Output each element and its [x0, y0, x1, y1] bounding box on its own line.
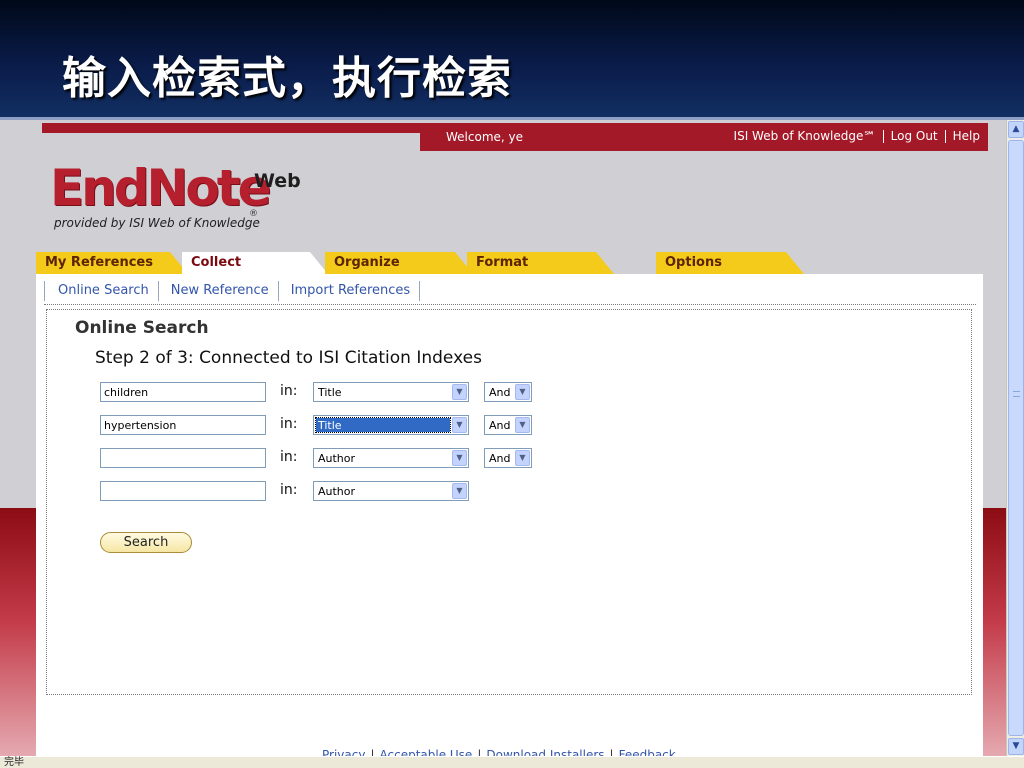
search-field-select[interactable]: Title ▼ — [313, 382, 469, 402]
slide-title: 输入检索式，执行检索 — [62, 53, 512, 104]
tab-my-references[interactable]: My References — [36, 252, 188, 274]
search-row: in: Author ▼ — [100, 480, 540, 502]
chevron-down-icon[interactable]: ▼ — [452, 450, 467, 466]
subnav-divider — [44, 304, 976, 305]
step-indicator: Step 2 of 3: Connected to ISI Citation I… — [95, 348, 482, 368]
chevron-down-icon[interactable]: ▼ — [452, 384, 467, 400]
help-link[interactable]: Help — [953, 129, 980, 143]
link-separator — [882, 129, 884, 143]
in-label: in: — [280, 449, 298, 465]
vertical-scrollbar[interactable]: ▲ ▼ — [1006, 120, 1024, 756]
search-term-input[interactable] — [100, 481, 266, 501]
subnav-import-references[interactable]: Import References — [277, 281, 421, 301]
boolean-operator-select[interactable]: And ▼ — [484, 415, 532, 435]
collect-subnav: Online Search New Reference Import Refer… — [44, 281, 421, 303]
search-button[interactable]: Search — [100, 532, 192, 553]
subnav-new-reference[interactable]: New Reference — [157, 281, 278, 301]
chevron-down-icon[interactable]: ▼ — [515, 450, 530, 466]
chevron-down-icon[interactable]: ▼ — [515, 384, 530, 400]
section-title: Online Search — [75, 318, 209, 338]
chevron-down-icon[interactable]: ▼ — [515, 417, 530, 433]
search-field-select[interactable]: Author ▼ — [313, 448, 469, 468]
welcome-text: Welcome, ye — [446, 130, 524, 144]
search-row: children in: Title ▼ And ▼ — [100, 381, 540, 403]
selected-operator: And — [489, 452, 511, 465]
search-field-select[interactable]: Title ▼ — [313, 415, 469, 435]
search-term-input[interactable]: hypertension — [100, 415, 266, 435]
down-arrow-icon[interactable]: ▼ — [1008, 738, 1024, 755]
grip-icon — [1013, 391, 1020, 397]
search-row: hypertension in: Title ▼ And ▼ — [100, 414, 540, 436]
endnote-web-logo[interactable]: EndNote Web ® provided by ISI Web of Kno… — [50, 160, 310, 236]
browser-window: Welcome, ye ISI Web of Knowledge℠ Log Ou… — [0, 120, 1024, 768]
in-label: in: — [280, 383, 298, 399]
scrollbar-thumb[interactable] — [1008, 140, 1024, 736]
search-term-input[interactable]: children — [100, 382, 266, 402]
logo-wordmark: EndNote — [50, 159, 272, 217]
boolean-operator-select[interactable]: And ▼ — [484, 382, 532, 402]
link-separator — [944, 129, 946, 143]
top-links: ISI Web of Knowledge℠ Log Out Help — [734, 129, 980, 143]
slide-header: 输入检索式，执行检索 — [0, 0, 1024, 120]
log-out-link[interactable]: Log Out — [891, 129, 938, 143]
isi-web-of-knowledge-link[interactable]: ISI Web of Knowledge℠ — [734, 129, 876, 143]
selected-operator: And — [489, 386, 511, 399]
selected-field: Title — [315, 417, 451, 433]
tab-collect[interactable]: Collect — [182, 252, 328, 274]
top-bar: Welcome, ye ISI Web of Knowledge℠ Log Ou… — [420, 123, 988, 151]
logo-tagline: provided by ISI Web of Knowledge — [54, 216, 260, 230]
in-label: in: — [280, 416, 298, 432]
status-bar: 完毕 — [0, 756, 1024, 768]
selected-field: Title — [318, 386, 342, 399]
in-label: in: — [280, 482, 298, 498]
selected-field: Author — [318, 452, 356, 465]
tab-format[interactable]: Format — [467, 252, 614, 274]
status-text: 完毕 — [4, 757, 24, 768]
up-arrow-icon[interactable]: ▲ — [1008, 121, 1024, 138]
search-field-select[interactable]: Author ▼ — [313, 481, 469, 501]
boolean-operator-select[interactable]: And ▼ — [484, 448, 532, 468]
subnav-online-search[interactable]: Online Search — [44, 281, 158, 301]
online-search-form: Online Search Step 2 of 3: Connected to … — [46, 309, 972, 695]
chevron-down-icon[interactable]: ▼ — [452, 417, 467, 433]
content-panel: Online Search New Reference Import Refer… — [36, 274, 983, 762]
tab-organize[interactable]: Organize — [325, 252, 473, 274]
logo-web-suffix: Web — [254, 170, 301, 192]
selected-operator: And — [489, 419, 511, 432]
chevron-down-icon[interactable]: ▼ — [452, 483, 467, 499]
tab-options[interactable]: Options — [656, 252, 804, 274]
selected-field: Author — [318, 485, 356, 498]
search-term-input[interactable] — [100, 448, 266, 468]
search-row: in: Author ▼ And ▼ — [100, 447, 540, 469]
